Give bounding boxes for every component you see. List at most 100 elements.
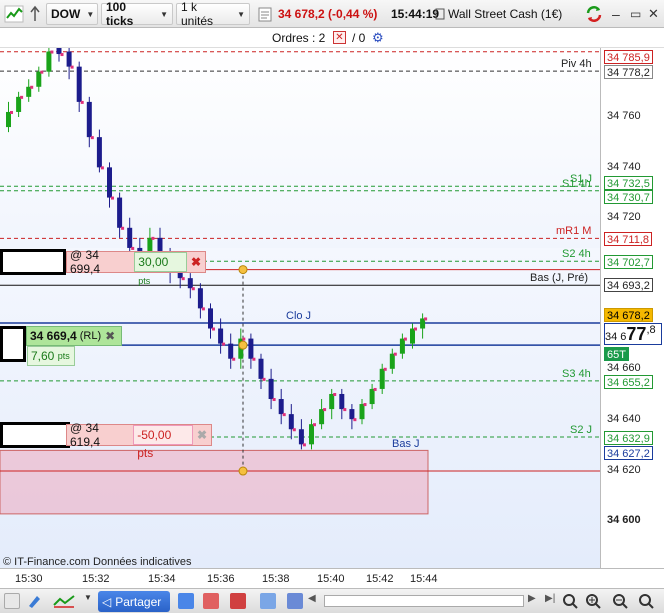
tick-mark — [363, 403, 367, 407]
position-pts: 7,60 pts — [27, 346, 75, 366]
zoom-in-icon[interactable] — [585, 593, 601, 609]
share-button-label: Partager — [115, 594, 162, 609]
chart-icon[interactable] — [178, 593, 194, 609]
scroll-left-icon[interactable]: ◀ — [308, 593, 324, 609]
tick-mark — [383, 367, 387, 371]
tick-mark — [292, 428, 296, 432]
tick-mark — [373, 387, 377, 391]
tick-mark — [30, 85, 34, 89]
tp-order-widget[interactable]: @ 34 699,4 30,00 pts ✖ — [66, 248, 206, 286]
price-tag-t13: 34 627,2 — [604, 446, 653, 460]
instrument-name: Wall Street Cash (1€) — [448, 7, 563, 21]
orders-second: / 0 — [352, 31, 366, 45]
tick-mark — [151, 236, 155, 240]
tick-mark — [111, 196, 114, 200]
tick-mark — [252, 357, 256, 361]
zoom-out-icon[interactable] — [612, 593, 628, 609]
tp-order-box[interactable] — [0, 249, 66, 275]
time-tick: 15:30 — [15, 573, 43, 585]
time-tick: 15:34 — [148, 573, 176, 585]
instrument-select[interactable]: DOW ▼ — [46, 3, 98, 25]
calendar-icon[interactable] — [203, 593, 219, 609]
source-credit: © IT-Finance.com Données indicatives — [3, 556, 192, 568]
price-tag-t7: 34 693,2 — [604, 278, 653, 292]
time-tick: 15:42 — [366, 573, 394, 585]
candle — [399, 338, 405, 354]
maximize-icon[interactable]: ▭ — [630, 3, 641, 25]
tick-mark — [313, 423, 316, 427]
level-s14h: S1 4h — [562, 178, 591, 190]
clock-time: 15:44:19 — [391, 7, 440, 21]
tick-mark — [424, 317, 428, 321]
price-tag-t11: 34 655,2 — [604, 375, 653, 389]
candle — [187, 278, 193, 289]
time-tick: 15:40 — [317, 573, 345, 585]
drag-handle[interactable] — [238, 340, 248, 350]
link-icon[interactable] — [434, 3, 446, 25]
candle — [228, 343, 234, 359]
scroll-end-icon[interactable]: ▶| — [545, 593, 561, 609]
drag-handle[interactable] — [238, 466, 248, 476]
price-tag-t8: 34 678,2 — [604, 308, 653, 322]
candle — [268, 378, 274, 400]
tp-order-price: @ 34 699,4 — [70, 248, 101, 276]
time-tick: 15:44 — [410, 573, 438, 585]
tp-cancel-icon[interactable]: ✖ — [187, 255, 205, 269]
time-tick: 15:32 — [82, 573, 110, 585]
reset-zoom-icon[interactable] — [638, 593, 654, 609]
top-toolbar: DOW ▼ 100 ticks ▼ 1 k unités ▼ 34 678,2 … — [0, 0, 664, 28]
current-price-tag: 34 677,8 — [604, 323, 662, 345]
drag-handle[interactable] — [238, 265, 248, 275]
chevron-down-icon: ▼ — [237, 9, 245, 19]
tick-count-tag: 65T — [604, 347, 629, 361]
gear-icon[interactable]: ⚙ — [372, 30, 384, 46]
candle — [410, 328, 415, 344]
candle — [16, 96, 22, 112]
price-tick: 34 760 — [607, 110, 641, 122]
price-tag-t3: 34 732,5 — [604, 176, 653, 190]
sl-cancel-icon[interactable]: ✖ — [193, 428, 211, 442]
tick-mark — [100, 166, 104, 170]
sound-icon[interactable] — [287, 593, 303, 609]
share-button[interactable]: ◁ Partager — [98, 591, 170, 612]
candle — [369, 388, 375, 405]
sl-order-pts: -50,00 pts — [133, 425, 193, 460]
instrument-value: DOW — [51, 7, 81, 21]
refresh-icon[interactable] — [584, 3, 604, 25]
indicator-chart-icon[interactable] — [52, 593, 78, 609]
position-close-icon[interactable]: ✖ — [101, 329, 119, 343]
candle — [218, 328, 224, 344]
chart-menu-icon[interactable] — [4, 3, 26, 25]
sl-order-price: @ 34 619,4 — [70, 421, 101, 449]
alert-icon[interactable] — [230, 593, 246, 609]
crosshair-icon[interactable] — [4, 593, 20, 609]
minimize-icon[interactable]: – — [612, 3, 620, 25]
units-select[interactable]: 1 k unités ▼ — [176, 0, 250, 28]
cancel-orders-icon[interactable]: ✕ — [333, 31, 346, 44]
chevron-down-icon: ▼ — [160, 9, 168, 19]
tp-order-pts: 30,00 pts — [134, 252, 187, 286]
tick-mark — [20, 95, 24, 99]
pen-icon[interactable] — [26, 593, 42, 609]
candle — [319, 409, 325, 425]
position-widget[interactable]: 34 669,4 (RL) ✖ — [26, 326, 122, 346]
candle — [96, 137, 102, 168]
level-s2j: S2 J — [570, 424, 593, 436]
instrument-settings-icon[interactable] — [28, 3, 42, 25]
share-icon: ◁ — [102, 594, 112, 609]
ticks-value: 100 ticks — [106, 0, 134, 28]
screenshot-icon[interactable] — [260, 593, 276, 609]
zoom-fit-icon[interactable] — [562, 593, 578, 609]
candle — [127, 227, 133, 248]
sl-order-widget[interactable]: @ 34 619,4 -50,00 pts ✖ — [66, 421, 212, 460]
sl-order-box[interactable] — [0, 422, 70, 448]
price-tag-t6: 34 702,7 — [604, 255, 653, 269]
position-box[interactable] — [0, 326, 26, 362]
trade-icon[interactable] — [257, 3, 273, 25]
time-axis[interactable]: 15:30 15:32 15:34 15:36 15:38 15:40 15:4… — [0, 568, 664, 588]
price-tick: 34 740 — [607, 161, 641, 173]
ticks-select[interactable]: 100 ticks ▼ — [101, 0, 173, 28]
scroll-right-icon[interactable]: ▶ — [528, 593, 544, 609]
scrollbar-track[interactable] — [324, 595, 524, 607]
close-icon[interactable]: ✕ — [648, 3, 659, 25]
